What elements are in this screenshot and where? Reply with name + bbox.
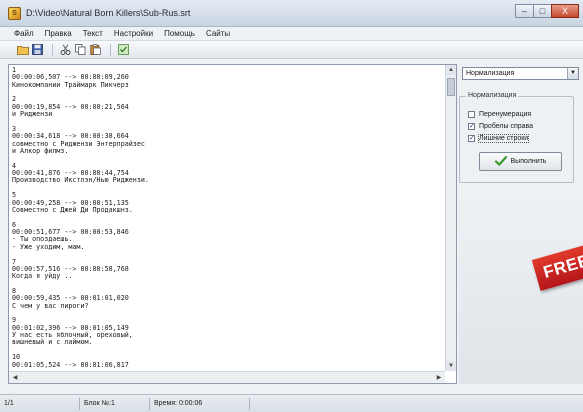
status-block: Блок №:1 xyxy=(80,397,150,410)
subtitle-block[interactable]: 7 00:00:57,516 --> 00:00:58,768 Когда я уй… xyxy=(12,258,444,281)
option-extra-lines[interactable]: ✓ Лишние строки xyxy=(468,134,530,143)
subtitle-text-line: Производство Икстлэн/Нью Риджензи. xyxy=(12,176,149,185)
menu-sites[interactable]: Сайты xyxy=(206,29,230,38)
group-title: Нормализация xyxy=(466,92,519,99)
scroll-down-icon[interactable]: ▼ xyxy=(446,361,456,371)
status-bar: 1/1 Блок №:1 Время: 0:00:06 xyxy=(0,394,583,412)
subtitle-editor[interactable]: 1 00:00:06,507 --> 00:00:09,260 Кинокомпан… xyxy=(8,64,457,384)
subtitle-text-line: - Уже уходим, мам. xyxy=(12,242,85,251)
subtitle-text-line: и Алкор филмз. xyxy=(12,146,69,155)
cut-icon[interactable] xyxy=(59,43,72,56)
copy-icon[interactable] xyxy=(74,43,87,56)
mode-dropdown-value: Нормализация xyxy=(466,70,515,77)
renumber-checkbox[interactable] xyxy=(468,111,475,118)
close-button[interactable]: X xyxy=(551,4,579,18)
window-controls: – □ X xyxy=(515,4,579,18)
subtitle-text-line: вишневый и с лаймом. xyxy=(12,338,93,347)
option-trailing-spaces[interactable]: ✓ Пробелы справа xyxy=(468,123,533,130)
run-button[interactable]: Выполнить xyxy=(479,152,562,171)
subtitle-text-line: С чем у вас пироги? xyxy=(12,301,89,310)
scroll-right-icon[interactable]: ▶ xyxy=(434,373,444,383)
maximize-button[interactable]: □ xyxy=(533,4,552,18)
option-label: Пробелы справа xyxy=(479,123,534,130)
green-check-icon xyxy=(494,155,507,168)
scroll-left-icon[interactable]: ◀ xyxy=(10,373,20,383)
scroll-thumb[interactable] xyxy=(447,78,455,96)
subtitle-timecode: 00:00:57,516 --> 00:00:58,768 xyxy=(12,264,129,273)
subtitle-text-line: Совместно с Джей Ди Продакшнз. xyxy=(12,205,133,214)
menu-text[interactable]: Текст xyxy=(83,29,103,38)
status-position: 1/1 xyxy=(0,397,80,410)
subtitle-block[interactable]: 1000:01:05,524 --> 00:01:06,817Вуди Харэ… xyxy=(12,353,444,369)
subtitle-block[interactable]: 1 00:00:06,507 --> 00:00:09,260 Кинокомпан… xyxy=(12,67,444,89)
subtitle-block[interactable]: 8 00:00:59,435 --> 00:01:01,020 С чем у ва… xyxy=(12,287,444,310)
menu-help[interactable]: Помощь xyxy=(164,29,195,38)
apply-icon[interactable] xyxy=(117,43,130,56)
menu-settings[interactable]: Настройки xyxy=(114,29,153,38)
option-label: Лишние строки xyxy=(477,134,530,143)
horizontal-scrollbar[interactable]: ◀ ▶ xyxy=(9,371,445,383)
right-panel-area xyxy=(459,188,583,384)
run-button-label: Выполнить xyxy=(510,158,547,165)
option-label: Перенумерация xyxy=(479,111,532,118)
open-folder-icon[interactable] xyxy=(16,43,29,56)
chevron-down-icon[interactable]: ▼ xyxy=(567,68,578,79)
app-icon: S xyxy=(8,6,21,20)
minimize-button[interactable]: – xyxy=(515,4,534,18)
subtitle-block[interactable]: 9 00:01:02,396 --> 00:01:05,149 У нас есть… xyxy=(12,317,444,347)
menu-edit[interactable]: Правка xyxy=(45,29,72,38)
subtitle-timecode: 00:00:19,854 --> 00:00:21,564 xyxy=(12,102,129,111)
normalization-group: Нормализация Перенумерация ✓ Пробелы спр… xyxy=(459,92,574,183)
trailing-spaces-checkbox[interactable]: ✓ xyxy=(468,123,475,130)
toolbar-separator xyxy=(110,43,111,56)
subtitle-text-line: и Риджензи xyxy=(12,110,53,119)
mode-dropdown[interactable]: Нормализация ▼ xyxy=(462,67,579,80)
option-renumber[interactable]: Перенумерация xyxy=(468,111,531,118)
save-icon[interactable] xyxy=(31,43,44,56)
subtitle-block[interactable]: 3 00:00:34,618 --> 00:00:38,664 совместно … xyxy=(12,125,444,155)
extra-lines-checkbox[interactable]: ✓ xyxy=(468,135,475,142)
status-time: Время: 0:00:06 xyxy=(150,397,250,410)
subtitle-timecode: 00:00:51,677 --> 00:00:53,846 xyxy=(12,228,129,237)
subtitle-text-line: Кинокомпании Траймарк Пикчерз xyxy=(12,80,129,89)
scroll-up-icon[interactable]: ▲ xyxy=(446,65,456,75)
paste-icon[interactable] xyxy=(89,43,102,56)
subtitle-text-line: Когда я уйду .. xyxy=(12,272,73,281)
subtitle-text-line: совместно с Риджензи Энтерпрайзес xyxy=(12,139,145,148)
title-bar: S D:\Video\Natural Born Killers\Sub-Rus.… xyxy=(0,0,583,27)
toolbar xyxy=(0,41,583,59)
menu-file[interactable]: Файл xyxy=(14,29,34,38)
menu-bar: Файл Правка Текст Настройки Помощь Сайты xyxy=(0,27,583,41)
window-title: D:\Video\Natural Born Killers\Sub-Rus.sr… xyxy=(26,8,191,18)
subtitle-block[interactable]: 6 00:00:51,677 --> 00:00:53,846- Ты опозд… xyxy=(12,221,444,251)
subtitle-block[interactable]: 4 00:00:41,876 --> 00:00:44,754 Производст… xyxy=(12,162,444,185)
toolbar-separator xyxy=(52,43,53,56)
subtitle-block[interactable]: 2 00:00:19,854 --> 00:00:21,564 и Риджензи xyxy=(12,96,444,118)
vertical-scrollbar[interactable]: ▲ ▼ xyxy=(445,65,456,371)
subtitle-timecode: 00:01:05,524 --> 00:01:06,817 xyxy=(12,360,129,369)
subtitle-block[interactable]: 5 00:00:49,258 --> 00:00:51,135 Совместно … xyxy=(12,191,444,214)
subtitle-text-area[interactable]: 1 00:00:06,507 --> 00:00:09,260 Кинокомпан… xyxy=(12,67,444,369)
